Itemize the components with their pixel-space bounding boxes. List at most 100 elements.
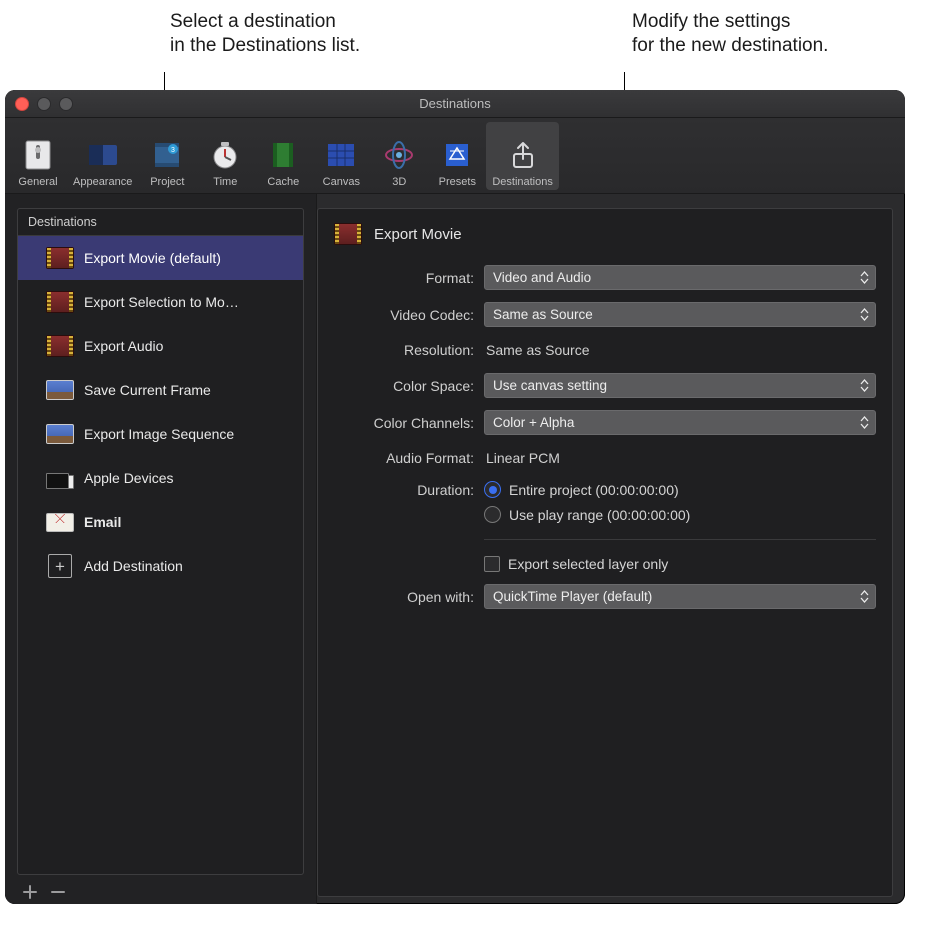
row-video-codec: Video Codec: Same as Source <box>334 302 876 327</box>
row-export-selected: Export selected layer only <box>334 556 876 572</box>
resolution-value: Same as Source <box>484 339 876 361</box>
tab-general[interactable]: General <box>9 122 67 190</box>
radio-label: Entire project (00:00:00:00) <box>509 482 679 498</box>
titlebar: Destinations <box>5 90 905 118</box>
label-video-codec: Video Codec: <box>334 307 484 323</box>
sidebar-item-save-frame[interactable]: Save Current Frame <box>18 368 303 412</box>
divider <box>484 539 876 540</box>
sidebar-item-label: Save Current Frame <box>84 382 211 398</box>
panel-title-row: Export Movie <box>334 223 876 245</box>
preferences-window: Destinations General Appearance 3 Projec… <box>5 90 905 904</box>
dropdown-value: Video and Audio <box>493 270 591 285</box>
label-color-space: Color Space: <box>334 378 484 394</box>
toolbar: General Appearance 3 Project Time Cache <box>5 118 905 194</box>
presets-icon <box>439 137 475 173</box>
tab-label: General <box>18 176 57 188</box>
dropdown-value: QuickTime Player (default) <box>493 589 652 604</box>
sidebar-item-label: Export Selection to Mo… <box>84 294 239 310</box>
duration-entire-radio[interactable]: Entire project (00:00:00:00) <box>484 481 876 498</box>
appearance-icon <box>85 137 121 173</box>
tab-label: 3D <box>392 176 406 188</box>
video-codec-dropdown[interactable]: Same as Source <box>484 302 876 327</box>
tab-label: Time <box>213 176 237 188</box>
tab-label: Canvas <box>323 176 360 188</box>
envelope-icon <box>46 511 74 533</box>
chevron-updown-icon <box>860 416 869 429</box>
label-open-with: Open with: <box>334 589 484 605</box>
duration-playrange-radio[interactable]: Use play range (00:00:00:00) <box>484 506 876 523</box>
tab-project[interactable]: 3 Project <box>138 122 196 190</box>
label-resolution: Resolution: <box>334 342 484 358</box>
chevron-updown-icon <box>860 590 869 603</box>
tab-destinations[interactable]: Destinations <box>486 122 559 190</box>
checkbox-icon <box>484 556 500 572</box>
sidebar-item-export-selection[interactable]: Export Selection to Mo… <box>18 280 303 324</box>
dropdown-value: Use canvas setting <box>493 378 607 393</box>
label-format: Format: <box>334 270 484 286</box>
open-with-dropdown[interactable]: QuickTime Player (default) <box>484 584 876 609</box>
remove-button[interactable] <box>51 885 65 899</box>
sidebar-item-image-sequence[interactable]: Export Image Sequence <box>18 412 303 456</box>
tab-label: Cache <box>267 176 299 188</box>
dropdown-value: Same as Source <box>493 307 593 322</box>
tab-label: Project <box>150 176 184 188</box>
sidebar-item-email[interactable]: Email <box>18 500 303 544</box>
sidebar-item-export-audio[interactable]: Export Audio <box>18 324 303 368</box>
sidebar-item-apple-devices[interactable]: Apple Devices <box>18 456 303 500</box>
checkbox-label: Export selected layer only <box>508 556 668 572</box>
devices-icon <box>46 467 74 489</box>
window-title: Destinations <box>5 96 905 111</box>
radio-icon <box>484 506 501 523</box>
export-selected-checkbox[interactable]: Export selected layer only <box>484 556 876 572</box>
tab-time[interactable]: Time <box>196 122 254 190</box>
color-channels-dropdown[interactable]: Color + Alpha <box>484 410 876 435</box>
destinations-panel: Destinations Export Movie (default) Expo… <box>17 208 304 875</box>
destinations-icon <box>505 137 541 173</box>
sidebar-item-add-destination[interactable]: + Add Destination <box>18 544 303 588</box>
chevron-updown-icon <box>860 379 869 392</box>
cache-icon <box>265 137 301 173</box>
film-icon <box>334 223 362 245</box>
tab-presets[interactable]: Presets <box>428 122 486 190</box>
chevron-updown-icon <box>860 308 869 321</box>
format-dropdown[interactable]: Video and Audio <box>484 265 876 290</box>
callout-right-text: Modify the settings for the new destinat… <box>632 11 828 56</box>
label-audio-format: Audio Format: <box>334 450 484 466</box>
film-icon <box>46 247 74 269</box>
photo-icon <box>46 379 74 401</box>
tab-label: Presets <box>439 176 476 188</box>
sidebar-item-label: Export Movie (default) <box>84 250 221 266</box>
sidebar-item-label: Add Destination <box>84 558 183 574</box>
plus-box-icon: + <box>46 555 74 577</box>
panel-title: Export Movie <box>374 226 462 243</box>
row-color-channels: Color Channels: Color + Alpha <box>334 410 876 435</box>
project-icon: 3 <box>149 137 185 173</box>
film-icon <box>46 291 74 313</box>
callouts: Select a destination in the Destinations… <box>0 0 947 90</box>
settings-form: Format: Video and Audio <box>334 265 876 609</box>
tab-cache[interactable]: Cache <box>254 122 312 190</box>
sidebar: Destinations Export Movie (default) Expo… <box>5 194 317 904</box>
time-icon <box>207 137 243 173</box>
row-open-with: Open with: QuickTime Player (default) <box>334 584 876 609</box>
row-format: Format: Video and Audio <box>334 265 876 290</box>
color-space-dropdown[interactable]: Use canvas setting <box>484 373 876 398</box>
add-button[interactable] <box>23 885 37 899</box>
main-panel: Export Movie Format: Video and Audio <box>317 194 905 904</box>
row-audio-format: Audio Format: Linear PCM <box>334 447 876 469</box>
tab-appearance[interactable]: Appearance <box>67 122 138 190</box>
sidebar-item-label: Email <box>84 514 121 530</box>
sidebar-item-export-movie[interactable]: Export Movie (default) <box>18 236 303 280</box>
callout-left-line1: Select a destination in the Destinations… <box>170 11 360 56</box>
film-icon <box>46 335 74 357</box>
radio-label: Use play range (00:00:00:00) <box>509 507 690 523</box>
chevron-updown-icon <box>860 271 869 284</box>
svg-text:3: 3 <box>171 147 175 154</box>
window-body: Destinations Export Movie (default) Expo… <box>5 194 905 904</box>
callout-left: Select a destination in the Destinations… <box>170 10 360 59</box>
general-icon <box>20 137 56 173</box>
tab-canvas[interactable]: Canvas <box>312 122 370 190</box>
row-duration: Duration: Entire project (00:00:00:00) U… <box>334 481 876 523</box>
three-d-icon <box>381 137 417 173</box>
tab-3d[interactable]: 3D <box>370 122 428 190</box>
